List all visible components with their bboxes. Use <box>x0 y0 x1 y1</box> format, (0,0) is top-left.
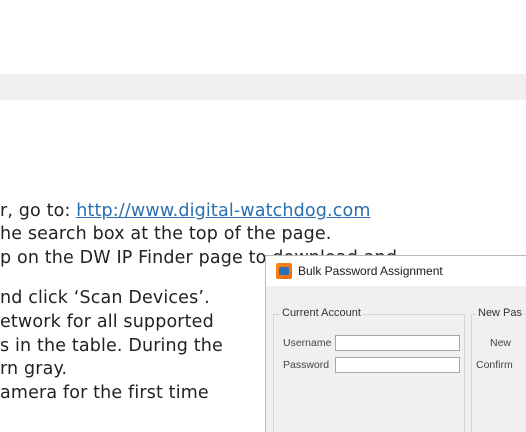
window-title: Bulk Password Assignment <box>298 264 443 278</box>
body-line-8: amera for the first time <box>0 383 209 403</box>
body-line-7: rn gray. <box>0 359 68 379</box>
header-band <box>0 74 526 100</box>
body-line-6: s in the table. During the <box>0 336 223 356</box>
password-label: Password <box>283 359 330 371</box>
new-password-label: New <box>490 337 512 349</box>
password-field[interactable] <box>335 357 460 373</box>
window-titlebar: Bulk Password Assignment <box>266 256 526 286</box>
current-account-legend: Current Account <box>280 307 363 319</box>
line-1-prefix: r, go to: <box>0 201 77 221</box>
dw-app-icon <box>276 263 292 279</box>
confirm-password-label: Confirm <box>476 359 513 371</box>
new-password-legend: New Pas <box>476 307 525 319</box>
body-line-1: r, go to: http://www.digital-watchdog.co… <box>0 199 371 223</box>
dw-website-link[interactable]: http://www.digital-watchdog.com <box>76 201 370 221</box>
username-label: Username <box>283 337 332 349</box>
body-line-4: nd click ‘Scan Devices’. <box>0 288 210 308</box>
username-field[interactable] <box>335 335 460 351</box>
window-body: Current Account Username Password New Pa… <box>266 286 526 432</box>
body-line-2: he search box at the top of the page. <box>0 224 332 244</box>
current-account-group: Current Account Username Password <box>273 307 465 432</box>
body-line-5: etwork for all supported <box>0 312 214 332</box>
bulk-password-window: Bulk Password Assignment Current Account… <box>265 255 526 432</box>
new-password-group: New Pas New Confirm <box>471 307 526 432</box>
